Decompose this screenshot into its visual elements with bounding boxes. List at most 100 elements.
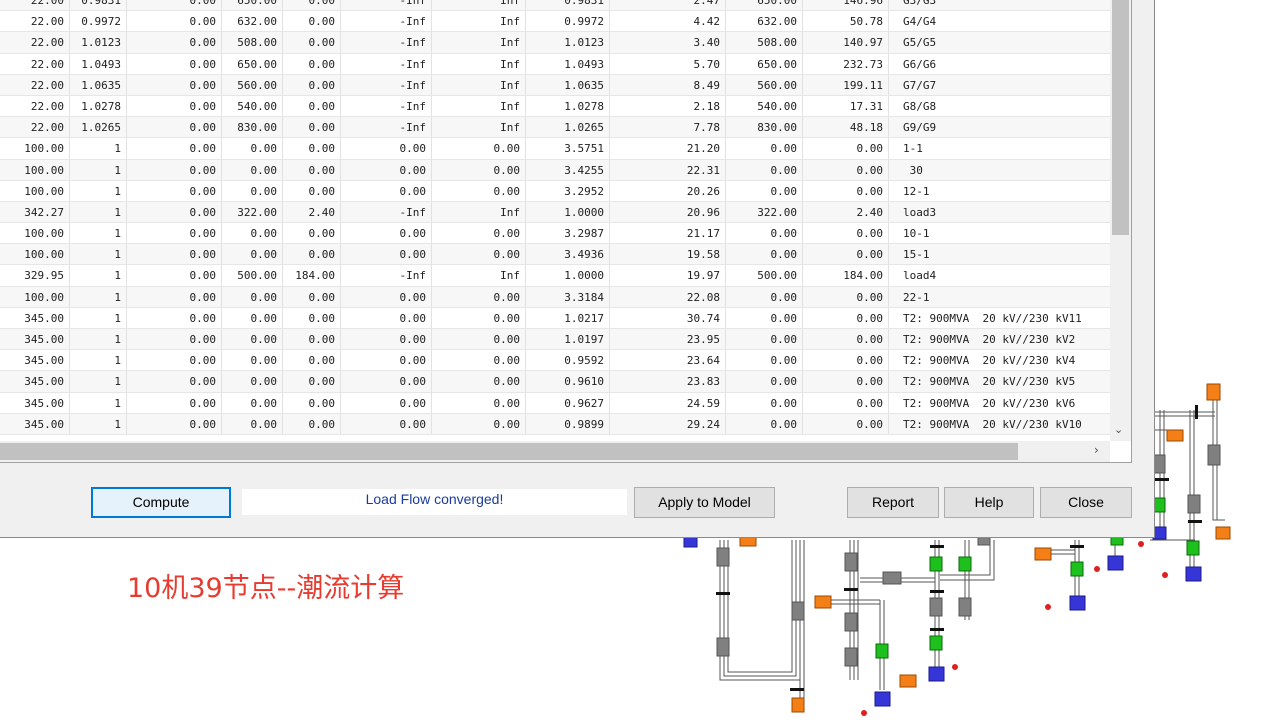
table-row[interactable]: 22.00 1.0635 0.00 560.00 0.00 -Inf Inf 1.0635 8.… [0,74,1110,96]
table-row[interactable]: 100.00 1 0.00 0.00 0.00 0.00 0.00 3.4936 19.58 0.… [0,244,1110,266]
table-cell: 5.70 [610,53,726,74]
table-row[interactable]: 100.00 1 0.00 0.00 0.00 0.00 0.00 3.5751 21.20 0.… [0,138,1110,160]
table-cell: 0.00 [803,329,889,350]
table-cell: 0.00 [283,307,341,328]
table-cell: -Inf [341,117,432,138]
table-row[interactable]: 100.00 1 0.00 0.00 0.00 0.00 0.00 3.4255 22.31 0.… [0,159,1110,181]
table-cell: 0.9972 [526,11,610,32]
table-cell: 20.96 [610,201,726,223]
table-cell: 3.2952 [526,180,610,201]
table-cell: 0.00 [283,11,341,32]
table-cell: 632.00 [222,11,283,32]
table-cell: 0.00 [726,244,803,265]
table-cell: 0.9592 [526,350,610,371]
table-cell: 100.00 [0,286,70,307]
table-cell: Inf [432,265,526,286]
table-row[interactable]: 22.00 1.0265 0.00 830.00 0.00 -Inf Inf 1.0265 7.… [0,117,1110,139]
table-cell: 345.00 [0,307,70,328]
table-cell: 0.9610 [526,371,610,392]
table-cell: 22.00 [0,0,70,11]
table-cell: 19.58 [610,244,726,265]
table-cell: 0.00 [127,350,222,371]
table-cell: 0.00 [726,138,803,159]
table-cell: G6/G6 [903,57,937,71]
table-cell: 560.00 [222,74,283,95]
table-cell: 0.00 [341,180,432,201]
table-cell: 0.00 [222,180,283,201]
table-cell: 3.40 [610,32,726,53]
table-cell: 0.00 [127,223,222,244]
horizontal-scroll-thumb[interactable] [0,443,1018,460]
table-cell: 1 [70,286,127,307]
table-cell: -Inf [341,74,432,95]
table-row[interactable]: 100.00 1 0.00 0.00 0.00 0.00 0.00 3.2987 21.17 0.… [0,223,1110,245]
table-cell: 0.00 [127,95,222,117]
vertical-scrollbar[interactable]: ⌄ [1110,0,1131,441]
table-row[interactable]: 345.00 1 0.00 0.00 0.00 0.00 0.00 0.9610 23.83 0.… [0,371,1110,393]
report-button[interactable]: Report [847,487,939,518]
table-cell: 23.95 [610,329,726,350]
table-cell: G9/G9 [903,121,937,135]
scroll-right-icon[interactable]: › [1094,443,1099,457]
table-cell: 0.00 [222,413,283,434]
table-cell: 0.00 [127,74,222,95]
table-row[interactable]: 345.00 1 0.00 0.00 0.00 0.00 0.00 1.0197 23.95 0.… [0,329,1110,351]
help-button[interactable]: Help [944,487,1034,518]
table-row[interactable]: 22.00 1.0123 0.00 508.00 0.00 -Inf Inf 1.0123 3.… [0,32,1110,54]
table-cell: Inf [432,74,526,95]
table-cell: 0.00 [803,223,889,244]
table-cell: 0.00 [222,138,283,159]
table-row[interactable]: 22.00 1.0493 0.00 650.00 0.00 -Inf Inf 1.0493 5.… [0,53,1110,75]
table-cell: 0.00 [341,392,432,413]
table-cell: 0.00 [432,180,526,201]
vertical-scroll-thumb[interactable] [1112,0,1129,235]
table-cell: T2: 900MVA 20 kV//230 kV11 [903,311,1082,325]
results-table[interactable]: 22.00 0.9831 0.00 650.00 0.00 -Inf Inf 0.9831 2.… [0,0,1132,463]
table-cell: 100.00 [0,223,70,244]
table-row[interactable]: 329.95 1 0.00 500.00 184.00 -Inf Inf 1.0000 19.9… [0,265,1110,287]
table-cell: 0.00 [432,307,526,328]
table-cell: 0.00 [283,32,341,53]
table-row[interactable]: 345.00 1 0.00 0.00 0.00 0.00 0.00 0.9592 23.64 0.… [0,350,1110,372]
table-row[interactable]: 100.00 1 0.00 0.00 0.00 0.00 0.00 3.2952 20.26 0.… [0,180,1110,202]
table-cell: 0.9627 [526,392,610,413]
table-cell: 2.40 [283,201,341,223]
table-row[interactable]: 345.00 1 0.00 0.00 0.00 0.00 0.00 1.0217 30.74 0.… [0,307,1110,329]
close-button[interactable]: Close [1040,487,1132,518]
table-cell: 650.00 [222,53,283,74]
table-cell: 1.0493 [70,53,127,74]
table-cell: 500.00 [222,265,283,286]
table-row[interactable]: 22.00 0.9831 0.00 650.00 0.00 -Inf Inf 0.9831 2.… [0,0,1110,12]
table-cell: 560.00 [726,74,803,95]
table-cell: 508.00 [222,32,283,53]
table-cell: G7/G7 [903,78,937,92]
table-cell: T2: 900MVA 20 kV//230 kV2 [903,333,1076,346]
table-cell: 0.00 [127,244,222,265]
table-cell: 22.00 [0,74,70,95]
table-cell: 2.18 [610,95,726,117]
table-row[interactable]: 345.00 1 0.00 0.00 0.00 0.00 0.00 0.9899 29.24 0.… [0,413,1110,435]
table-cell: 0.00 [803,286,889,307]
compute-button[interactable]: Compute [91,487,231,518]
table-cell: 7.78 [610,117,726,138]
table-cell: 1.0278 [70,95,127,117]
horizontal-scrollbar[interactable]: › [0,441,1110,462]
table-cell: 1.0278 [526,95,610,117]
table-row[interactable]: 345.00 1 0.00 0.00 0.00 0.00 0.00 0.9627 24.59 0.… [0,392,1110,414]
table-cell: 0.00 [803,180,889,201]
table-cell: 0.00 [127,329,222,350]
table-cell: 0.00 [726,307,803,328]
table-cell: 0.00 [432,223,526,244]
apply-to-model-button[interactable]: Apply to Model [634,487,775,518]
table-cell: 0.00 [283,117,341,138]
table-cell: 19.97 [610,265,726,286]
table-row[interactable]: 100.00 1 0.00 0.00 0.00 0.00 0.00 3.3184 22.08 0.… [0,286,1110,308]
table-row[interactable]: 22.00 1.0278 0.00 540.00 0.00 -Inf Inf 1.0278 2.… [0,95,1110,118]
table-row[interactable]: 342.27 1 0.00 322.00 2.40 -Inf Inf 1.0000 20.96 3… [0,201,1110,224]
table-row[interactable]: 22.00 0.9972 0.00 632.00 0.00 -Inf Inf 0.9972 4.… [0,11,1110,33]
table-cell: 0.00 [222,223,283,244]
scroll-down-icon[interactable]: ⌄ [1114,423,1123,436]
table-cell: 0.00 [803,350,889,371]
table-cell: 0.00 [432,138,526,159]
table-cell: T2: 900MVA 20 kV//230 kV5 [903,375,1076,389]
